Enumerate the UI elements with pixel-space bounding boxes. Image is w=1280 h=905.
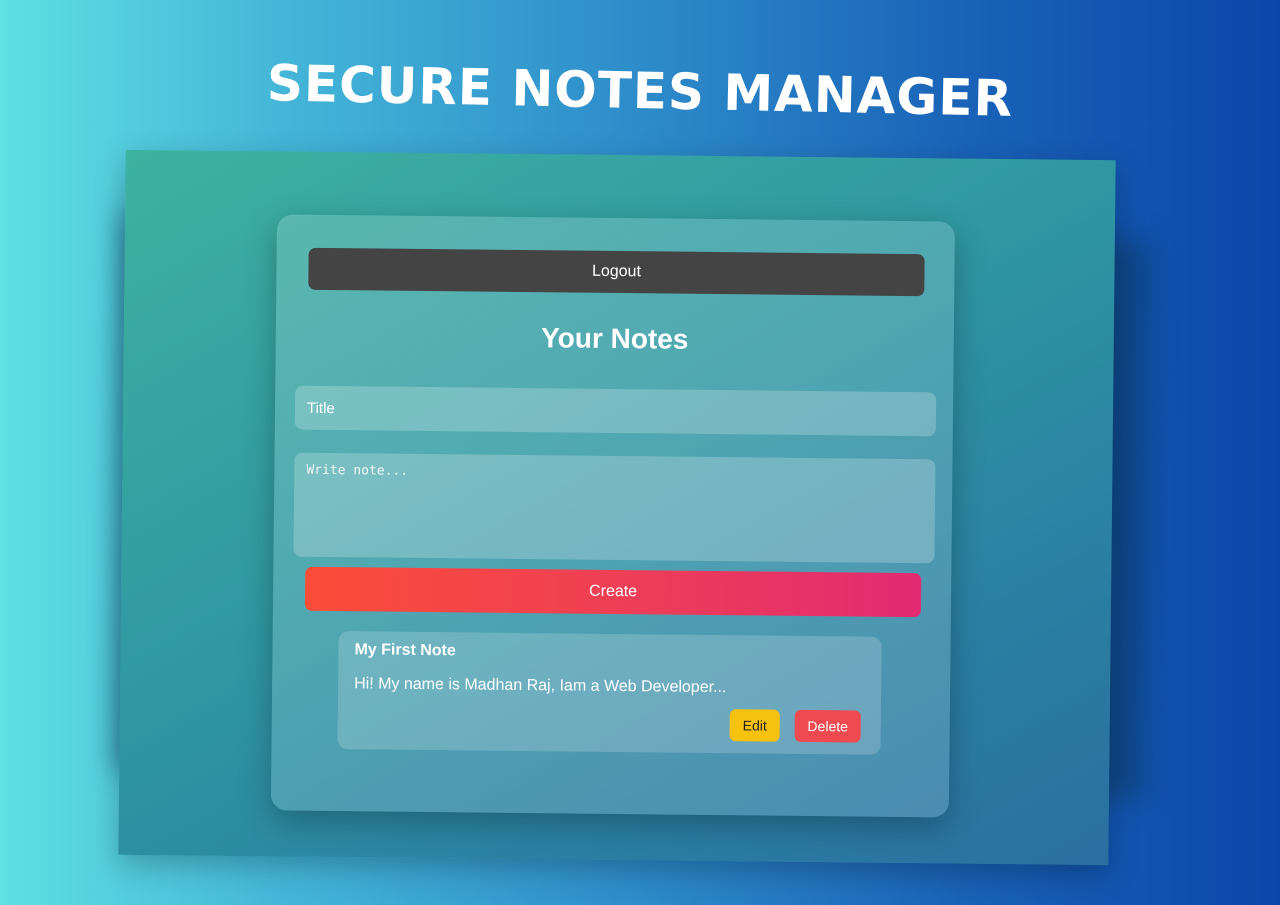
logout-button[interactable]: Logout (308, 247, 925, 297)
note-card: My First Note Hi! My name is Madhan Raj,… (337, 631, 882, 755)
page-title: Your Notes (540, 322, 689, 355)
edit-note-button[interactable]: Edit (729, 709, 780, 742)
banner-title: SECURE NOTES MANAGER (266, 54, 1014, 128)
note-textarea[interactable] (293, 452, 936, 564)
notes-card: Logout Your Notes Create My First Note H… (270, 214, 956, 818)
note-body: Hi! My name is Madhan Raj, Iam a Web Dev… (354, 675, 727, 697)
delete-note-button[interactable]: Delete (794, 709, 861, 743)
app-screenshot: Logout Your Notes Create My First Note H… (118, 149, 1116, 866)
title-input[interactable] (294, 385, 937, 437)
create-button[interactable]: Create (304, 566, 922, 618)
note-title: My First Note (354, 641, 456, 660)
